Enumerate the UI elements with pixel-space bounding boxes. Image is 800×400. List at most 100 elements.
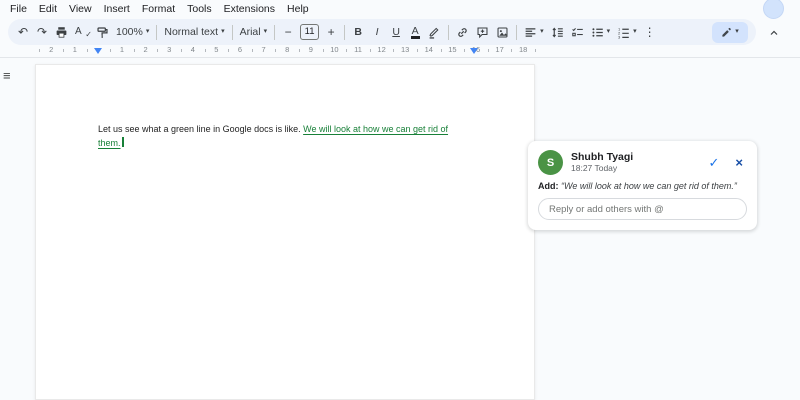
close-icon: ×: [735, 155, 743, 170]
checklist-button[interactable]: [568, 22, 587, 42]
comment-timestamp: 18:27 Today: [571, 163, 618, 173]
comment-reply-input[interactable]: [538, 198, 747, 220]
divider: [516, 24, 518, 40]
spellcheck-icon: A ✓: [75, 26, 92, 39]
ruler-number: 1: [72, 45, 77, 54]
profile-avatar[interactable]: [763, 0, 784, 19]
ruler-number: 18: [519, 45, 528, 54]
font-size-input[interactable]: 11: [300, 24, 320, 40]
ruler-tick: [299, 49, 300, 52]
highlight-color-button[interactable]: [425, 22, 444, 42]
line-spacing-icon: [552, 27, 563, 37]
insert-link-button[interactable]: [453, 22, 472, 42]
ruler-tick: [251, 49, 253, 52]
ruler-number: 1: [119, 45, 125, 54]
paint-format-button[interactable]: [93, 22, 112, 42]
comment-avatar: S: [538, 150, 563, 175]
ruler-tick: [346, 49, 348, 52]
bold-button[interactable]: B: [349, 22, 367, 42]
text-color-icon: A: [410, 24, 420, 39]
add-comment-button[interactable]: [473, 22, 492, 42]
insert-image-button[interactable]: [493, 22, 512, 42]
checklist-icon: [571, 27, 583, 36]
divider: [274, 24, 276, 40]
reject-suggestion-button[interactable]: ×: [731, 153, 747, 172]
paint-roller-icon: [97, 26, 108, 38]
ruler-number: 13: [401, 45, 410, 54]
print-button[interactable]: [52, 22, 71, 42]
ruler-tick: [464, 49, 466, 52]
font-value: Arial: [239, 26, 261, 38]
editing-mode-button[interactable]: ▾: [712, 21, 748, 43]
suggested-text: them.: [98, 138, 121, 148]
text-cursor: [121, 137, 124, 147]
suggestion-action-label: Add:: [538, 181, 559, 191]
ruler-number: 10: [330, 45, 339, 54]
toolbar: ↶ ↷ A ✓ 100% ▾ Normal text ▾ Arial ▾ − 11…: [8, 19, 756, 45]
ruler-tick: [181, 49, 182, 52]
italic-button[interactable]: I: [368, 22, 386, 42]
ruler-tick: [369, 49, 371, 52]
chevron-down-icon: ▾: [263, 28, 268, 35]
suggested-text: We will look at how we can get rid of: [303, 124, 449, 134]
suggestion-card: S Shubh Tyagi 18:27 Today ✓ × Add: “We w…: [528, 141, 757, 230]
menu-item-view[interactable]: View: [63, 1, 98, 17]
normal-text: Let us see what a green line in Google d…: [98, 124, 304, 134]
chevron-down-icon: ▾: [221, 28, 225, 35]
line-spacing-button[interactable]: [548, 22, 567, 42]
document-text[interactable]: Let us see what a green line in Google d…: [98, 122, 488, 150]
ruler-number: 17: [495, 45, 504, 54]
divider: [156, 24, 158, 40]
ruler-tick: [535, 49, 536, 52]
ruler-tick: [204, 49, 206, 52]
menu-item-help[interactable]: Help: [281, 1, 315, 17]
font-select[interactable]: Arial ▾: [237, 22, 271, 42]
ruler-tick: [63, 49, 64, 52]
undo-button[interactable]: ↶: [14, 22, 32, 42]
outline-icon: ≡: [3, 68, 11, 83]
styles-select[interactable]: Normal text ▾: [161, 22, 227, 42]
decrease-font-size-button[interactable]: −: [279, 22, 297, 42]
menu-item-tools[interactable]: Tools: [181, 1, 218, 17]
undo-icon: ↶: [17, 25, 29, 39]
menu-item-edit[interactable]: Edit: [33, 1, 63, 17]
accept-suggestion-button[interactable]: ✓: [705, 153, 724, 173]
zoom-select[interactable]: 100% ▾: [113, 22, 152, 42]
check-icon: ✓: [708, 154, 720, 170]
suggestion-quote: “We will look at how we can get rid of t…: [561, 181, 737, 191]
hide-menus-button[interactable]: [764, 23, 784, 43]
underline-button[interactable]: U: [387, 22, 405, 42]
text-color-button[interactable]: A: [406, 22, 424, 42]
chevron-down-icon: ▾: [540, 28, 544, 35]
chevron-down-icon: ▾: [633, 28, 637, 35]
right-indent-marker[interactable]: [470, 48, 478, 54]
ruler-number: 8: [285, 45, 290, 54]
document-page[interactable]: Let us see what a green line in Google d…: [35, 64, 535, 400]
increase-font-size-button[interactable]: +: [322, 22, 340, 42]
left-indent-marker[interactable]: [94, 48, 102, 54]
menu-item-file[interactable]: File: [4, 1, 33, 17]
more-vertical-icon: ⋮: [643, 25, 656, 39]
suggestion-description: Add: “We will look at how we can get rid…: [538, 181, 747, 191]
ruler-number: 2: [143, 45, 148, 54]
zoom-value: 100%: [116, 26, 143, 38]
document-outline-button[interactable]: ≡: [0, 66, 14, 85]
ruler-tick: [322, 49, 324, 52]
suggestion-card-header: S Shubh Tyagi 18:27 Today ✓ ×: [538, 150, 747, 175]
ruler-number: 6: [237, 45, 243, 54]
pencil-icon: [722, 27, 732, 37]
menu-item-extensions[interactable]: Extensions: [218, 1, 281, 17]
menu-item-format[interactable]: Format: [136, 1, 181, 17]
ruler-tick: [487, 49, 489, 52]
align-button[interactable]: ▾: [521, 22, 547, 42]
redo-icon: ↷: [36, 25, 48, 39]
bulleted-list-button[interactable]: ▾: [588, 22, 614, 42]
comment-icon: [477, 27, 488, 38]
numbered-list-button[interactable]: 123 ▾: [614, 22, 640, 42]
ruler-tick: [39, 49, 41, 52]
more-options-button[interactable]: ⋮: [641, 22, 659, 42]
menu-item-insert[interactable]: Insert: [98, 1, 136, 17]
spellcheck-button[interactable]: A ✓: [72, 22, 92, 42]
ruler-number: 15: [448, 45, 457, 54]
redo-button[interactable]: ↷: [33, 22, 51, 42]
